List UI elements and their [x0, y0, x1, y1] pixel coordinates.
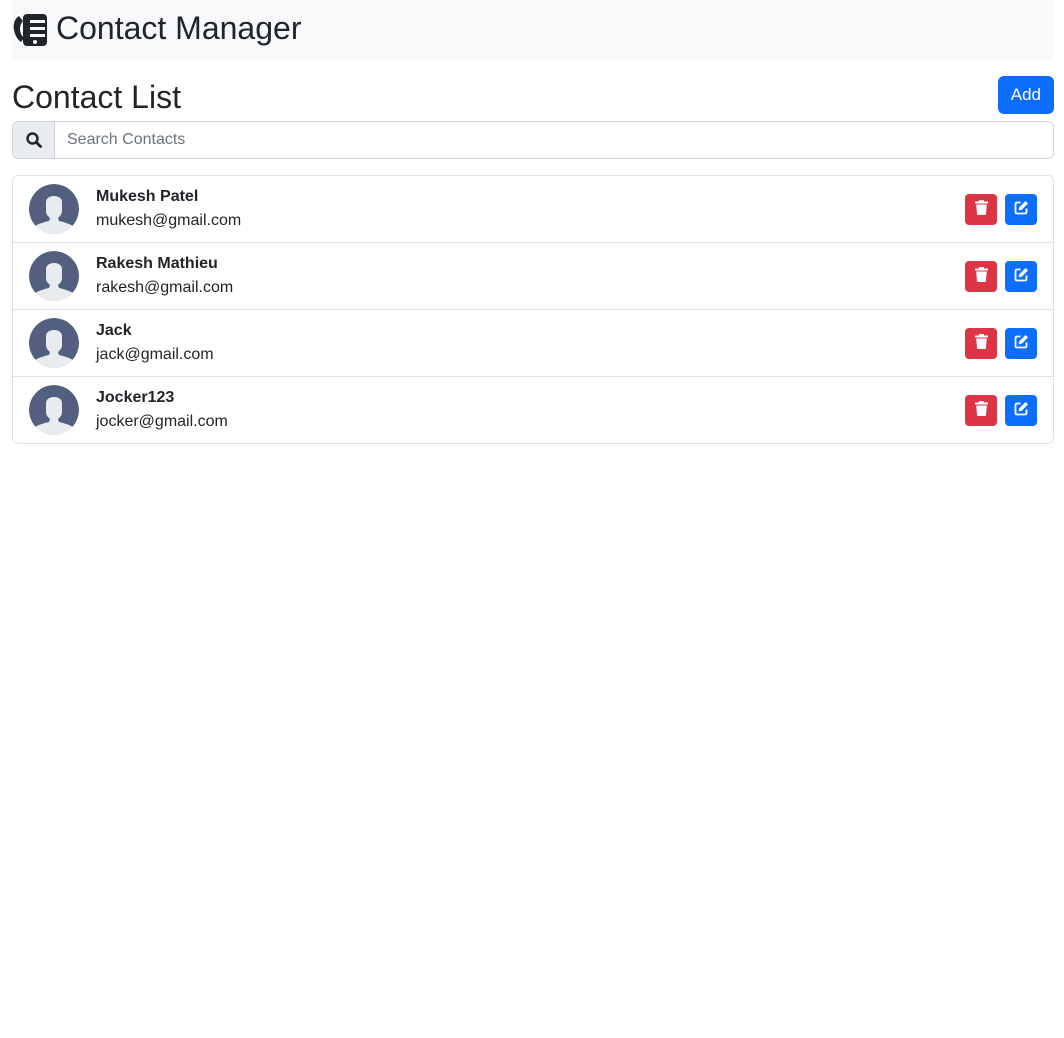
delete-button[interactable] [965, 260, 997, 292]
delete-button[interactable] [965, 327, 997, 359]
contact-email: jocker@gmail.com [96, 413, 228, 430]
search-group [12, 121, 1054, 159]
contact-info: Jocker123 jocker@gmail.com [96, 388, 965, 432]
contact-info: Mukesh Patel mukesh@gmail.com [96, 187, 965, 231]
contact-row[interactable]: Jocker123 jocker@gmail.com [13, 377, 1053, 443]
search-input[interactable] [55, 122, 1053, 158]
contact-info: Rakesh Mathieu rakesh@gmail.com [96, 254, 965, 298]
phone-book-icon [12, 13, 48, 47]
contact-email: mukesh@gmail.com [96, 212, 242, 229]
avatar [29, 385, 79, 435]
edit-icon [1014, 267, 1029, 285]
contact-row[interactable]: Jack jack@gmail.com [13, 310, 1053, 377]
add-contact-button[interactable]: Add [997, 76, 1054, 114]
delete-button[interactable] [965, 193, 997, 225]
contact-info: Jack jack@gmail.com [96, 321, 965, 365]
contact-row[interactable]: Mukesh Patel mukesh@gmail.com [13, 176, 1053, 243]
contact-list: Mukesh Patel mukesh@gmail.com Rakesh Mat… [12, 175, 1054, 444]
edit-button[interactable] [1005, 394, 1037, 426]
trash-icon [974, 200, 988, 218]
page-title: Contact List [12, 79, 181, 115]
navbar: Contact Manager [12, 0, 1054, 60]
edit-button[interactable] [1005, 327, 1037, 359]
edit-button[interactable] [1005, 193, 1037, 225]
trash-icon [974, 401, 988, 419]
brand[interactable]: Contact Manager [12, 10, 302, 47]
delete-button[interactable] [965, 394, 997, 426]
row-actions [965, 260, 1037, 292]
contact-name: Jack [96, 322, 132, 339]
edit-icon [1014, 334, 1029, 352]
row-actions [965, 327, 1037, 359]
edit-icon [1014, 401, 1029, 419]
contact-row[interactable]: Rakesh Mathieu rakesh@gmail.com [13, 243, 1053, 310]
row-actions [965, 394, 1037, 426]
contact-email: jack@gmail.com [96, 346, 214, 363]
contact-name: Mukesh Patel [96, 188, 199, 205]
heading-row: Contact List Add [12, 76, 1054, 114]
avatar [29, 251, 79, 301]
contact-name: Jocker123 [96, 389, 175, 406]
trash-icon [974, 267, 988, 285]
app-title: Contact Manager [56, 10, 302, 46]
row-actions [965, 193, 1037, 225]
edit-icon [1014, 200, 1029, 218]
avatar [29, 318, 79, 368]
edit-button[interactable] [1005, 260, 1037, 292]
avatar [29, 184, 79, 234]
contact-name: Rakesh Mathieu [96, 255, 218, 272]
contact-email: rakesh@gmail.com [96, 279, 234, 296]
trash-icon [974, 334, 988, 352]
search-icon [13, 122, 55, 158]
